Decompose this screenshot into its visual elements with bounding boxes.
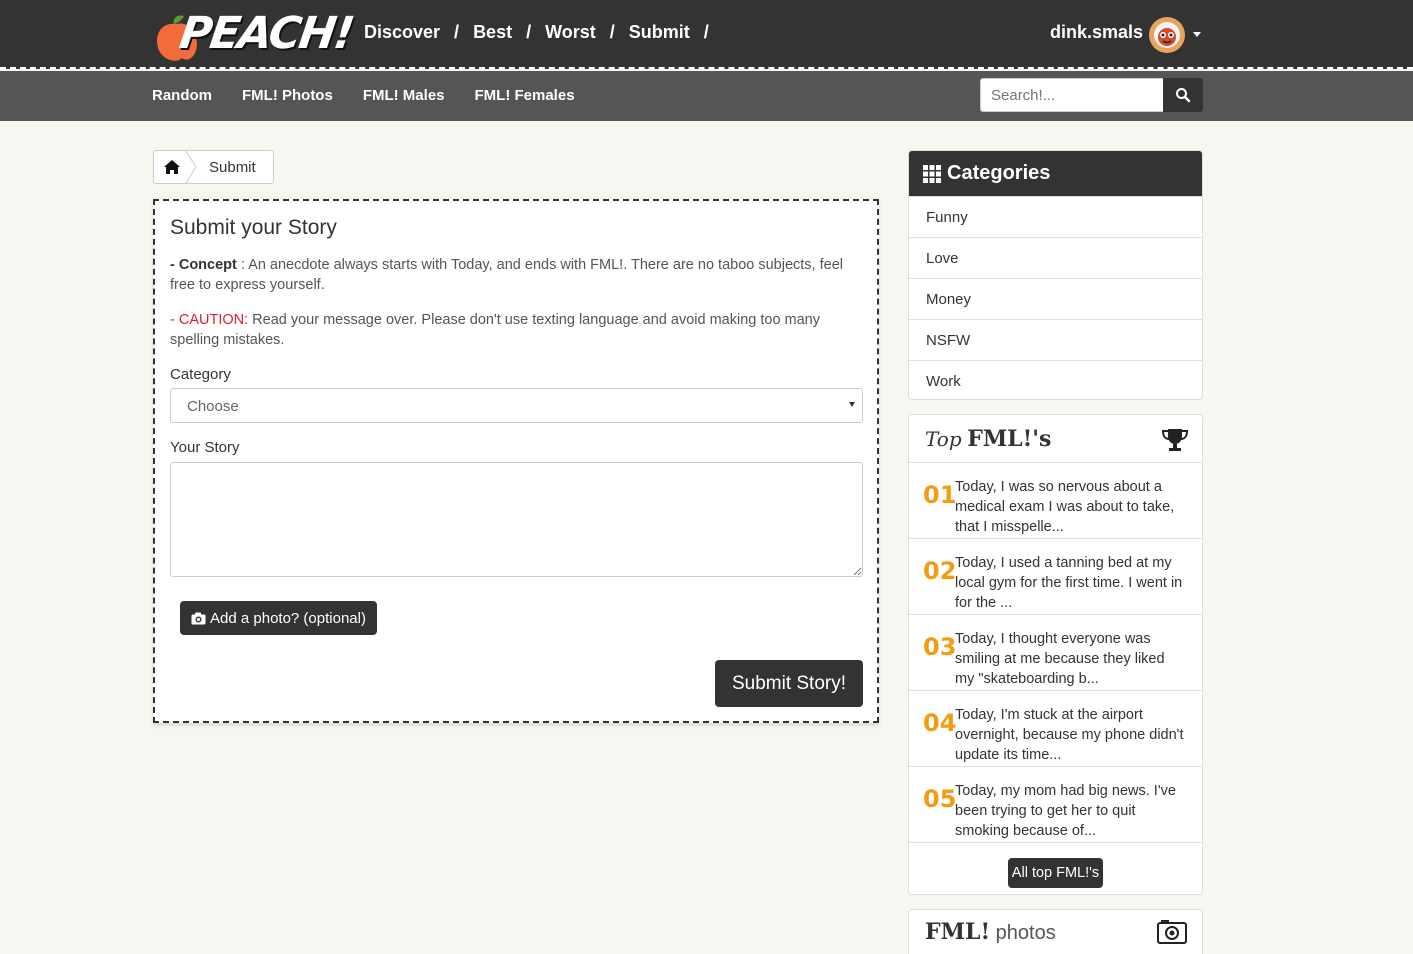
submit-story-panel: Submit your Story - Concept : An anecdot… — [153, 199, 879, 723]
top-fml-item[interactable]: 01 Today, I was so nervous about a medic… — [909, 463, 1202, 539]
story-label: Your Story — [170, 439, 240, 456]
search-icon — [1176, 88, 1191, 103]
fml-photos-title-main: FML! — [925, 919, 991, 945]
subnav-fml-photos[interactable]: FML! Photos — [242, 87, 333, 104]
concept-text: : An anecdote always starts with Today, … — [170, 257, 843, 293]
select-arrow-icon — [849, 402, 855, 407]
trophy-icon — [1161, 429, 1189, 451]
top-fml-text[interactable]: Today, I used a tanning bed at my local … — [955, 553, 1185, 613]
story-textarea[interactable] — [170, 462, 863, 577]
breadcrumb-current[interactable]: Submit — [209, 159, 256, 176]
subnav-random[interactable]: Random — [152, 87, 212, 104]
site-logo[interactable]: PEACH! — [152, 6, 356, 66]
concept-paragraph: - Concept : An anecdote always starts wi… — [170, 255, 860, 295]
top-fml-rank: 03 — [923, 633, 957, 661]
categories-title: Categories — [947, 162, 1051, 184]
caution-paragraph: - CAUTION: Read your message over. Pleas… — [170, 310, 860, 350]
all-top-fml-button[interactable]: All top FML!'s — [1008, 858, 1103, 888]
category-select[interactable]: Choose — [170, 388, 863, 423]
sub-nav: Random FML! Photos FML! Males FML! Femal… — [152, 87, 575, 104]
add-photo-button[interactable]: Add a photo? (optional) — [180, 601, 377, 635]
subnav-fml-females[interactable]: FML! Females — [475, 87, 575, 104]
nav-separator: / — [703, 22, 709, 42]
breadcrumb-chevron-icon — [185, 151, 197, 183]
user-avatar-icon[interactable] — [1147, 15, 1187, 55]
category-item-funny[interactable]: Funny — [909, 196, 1202, 237]
top-fml-title-main: FML!'s — [967, 426, 1052, 452]
category-label: Category — [170, 366, 231, 383]
top-fml-text[interactable]: Today, my mom had big news. I've been tr… — [955, 781, 1185, 841]
username[interactable]: dink.smals — [1050, 22, 1143, 43]
subnav-fml-males[interactable]: FML! Males — [363, 87, 445, 104]
category-select-value: Choose — [187, 398, 239, 415]
breadcrumb: Submit — [153, 150, 274, 184]
main-nav: Discover / Best / Worst / Submit / — [364, 22, 723, 43]
top-fml-text[interactable]: Today, I thought everyone was smiling at… — [955, 629, 1185, 689]
top-fml-item[interactable]: 04 Today, I'm stuck at the airport overn… — [909, 691, 1202, 767]
top-header: PEACH! Discover / Best / Worst / Submit … — [0, 0, 1413, 69]
category-item-money[interactable]: Money — [909, 278, 1202, 319]
top-fml-header: Top FML!'s — [909, 415, 1202, 463]
top-fml-text[interactable]: Today, I'm stuck at the airport overnigh… — [955, 705, 1185, 765]
concept-label: - Concept — [170, 257, 237, 273]
category-item-love[interactable]: Love — [909, 237, 1202, 278]
top-fml-rank: 02 — [923, 557, 957, 585]
top-fml-title-prefix: Top — [925, 427, 962, 451]
category-item-nsfw[interactable]: NSFW — [909, 319, 1202, 360]
add-photo-label: Add a photo? (optional) — [210, 609, 366, 627]
fml-photos-title-sub: photos — [995, 922, 1056, 944]
categories-panel: Categories Funny Love Money NSFW Work — [908, 150, 1203, 400]
top-fml-item[interactable]: 02 Today, I used a tanning bed at my loc… — [909, 539, 1202, 615]
camera-icon — [191, 612, 206, 624]
caution-label: - CAUTION: — [170, 312, 249, 328]
fml-photos-panel: FML! photos — [908, 909, 1203, 954]
fml-photos-title: FML! photos — [925, 919, 1056, 945]
categories-header: Categories — [909, 151, 1202, 196]
top-fml-title: Top FML!'s — [925, 426, 1051, 452]
sub-nav-bar: Random FML! Photos FML! Males FML! Femal… — [0, 71, 1413, 121]
top-fml-rank: 04 — [923, 709, 957, 737]
nav-separator: / — [609, 22, 615, 42]
submit-story-button[interactable]: Submit Story! — [715, 660, 863, 707]
user-menu-caret-icon[interactable] — [1193, 32, 1201, 37]
search-button[interactable] — [1163, 78, 1203, 112]
category-item-work[interactable]: Work — [909, 360, 1202, 399]
nav-submit[interactable]: Submit — [629, 22, 690, 43]
camera-icon — [1157, 920, 1187, 944]
top-fml-panel: Top FML!'s 01 Today, I was so nervous ab… — [908, 414, 1203, 895]
top-fml-rank: 05 — [923, 785, 957, 813]
search-input[interactable] — [980, 78, 1164, 112]
top-fml-rank: 01 — [923, 481, 957, 509]
nav-separator: / — [454, 22, 460, 42]
nav-best[interactable]: Best — [473, 22, 512, 43]
caution-text: Read your message over. Please don't use… — [170, 312, 820, 348]
top-fml-item[interactable]: 05 Today, my mom had big news. I've been… — [909, 767, 1202, 843]
nav-discover[interactable]: Discover — [364, 22, 440, 43]
logo-text: PEACH! — [176, 8, 356, 59]
grid-icon — [923, 164, 941, 183]
top-fml-item[interactable]: 03 Today, I thought everyone was smiling… — [909, 615, 1202, 691]
top-fml-text[interactable]: Today, I was so nervous about a medical … — [955, 477, 1185, 537]
nav-worst[interactable]: Worst — [545, 22, 596, 43]
submit-title: Submit your Story — [170, 216, 337, 239]
nav-separator: / — [526, 22, 532, 42]
